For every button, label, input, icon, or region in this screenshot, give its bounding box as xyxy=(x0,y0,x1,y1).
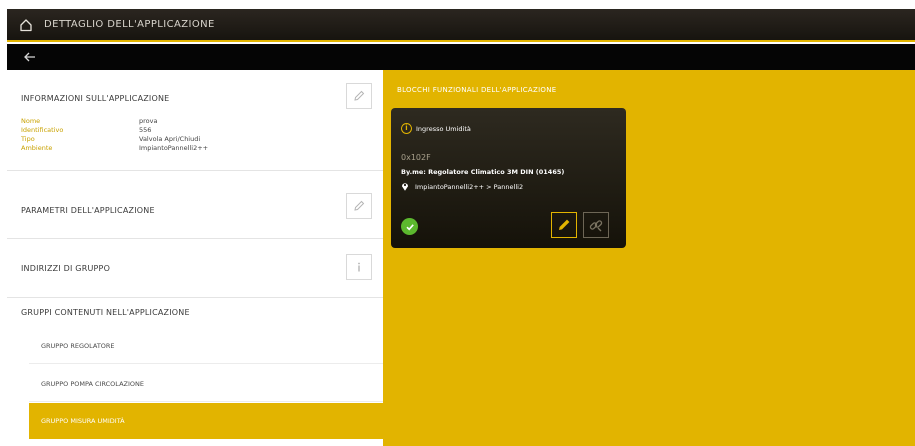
group-item-regulator[interactable]: GRUPPO REGOLATORE xyxy=(29,328,383,364)
info-icon[interactable]: i xyxy=(401,123,412,134)
edit-parameters-button[interactable] xyxy=(346,193,372,219)
info-value-environment: ImpiantoPannelli2++ xyxy=(139,144,209,152)
group-addresses-info-button[interactable] xyxy=(346,254,372,280)
application-details-panel: INFORMAZIONI SULL'APPLICAZIONE Nome prov… xyxy=(7,70,383,446)
group-item-label: GRUPPO MISURA UMIDITÀ xyxy=(41,417,125,425)
group-item-label: GRUPPO REGOLATORE xyxy=(41,341,115,350)
edit-info-button[interactable] xyxy=(346,83,372,109)
functional-block-card[interactable]: i Ingresso Umidità 0x102F By.me: Regolat… xyxy=(391,108,626,248)
info-grid: Nome prova Identificativo 556 Tipo Valvo… xyxy=(21,117,339,152)
navigation-bar xyxy=(7,44,915,70)
info-value-name: prova xyxy=(139,117,158,125)
block-address: 0x102F xyxy=(401,153,431,162)
arrow-left-icon[interactable] xyxy=(24,50,38,64)
info-section: INFORMAZIONI SULL'APPLICAZIONE Nome prov… xyxy=(7,70,383,171)
group-item-circulation-pump[interactable]: GRUPPO POMPA CIRCOLAZIONE xyxy=(29,366,383,402)
parameters-section: PARAMETRI DELL'APPLICAZIONE xyxy=(7,171,383,239)
info-value-identifier: 556 xyxy=(139,126,152,134)
info-value-type: Valvola Apri/Chiudi xyxy=(139,135,201,143)
info-section-title: INFORMAZIONI SULL'APPLICAZIONE xyxy=(21,94,170,103)
page-title: DETTAGLIO DELL'APPLICAZIONE xyxy=(44,19,215,30)
info-label-identifier: Identificativo xyxy=(21,126,64,134)
block-location-text: ImpiantoPannelli2++ > Pannelli2 xyxy=(415,182,524,191)
groups-section-title: GRUPPI CONTENUTI NELL'APPLICAZIONE xyxy=(21,308,190,317)
group-addresses-section: INDIRIZZI DI GRUPPO xyxy=(7,239,383,298)
info-icon xyxy=(358,262,360,272)
home-icon[interactable] xyxy=(18,17,34,33)
status-ok-icon xyxy=(401,218,418,235)
functional-blocks-title: BLOCCHI FUNZIONALI DELL'APPLICAZIONE xyxy=(397,86,557,94)
group-item-humidity-measure[interactable]: GRUPPO MISURA UMIDITÀ xyxy=(29,403,383,439)
functional-blocks-panel: BLOCCHI FUNZIONALI DELL'APPLICAZIONE i I… xyxy=(383,70,915,446)
parameters-section-title: PARAMETRI DELL'APPLICAZIONE xyxy=(21,206,155,215)
location-pin-icon xyxy=(402,183,408,191)
group-addresses-section-title: INDIRIZZI DI GRUPPO xyxy=(21,264,111,273)
group-item-label: GRUPPO POMPA CIRCOLAZIONE xyxy=(41,379,144,388)
block-header: i Ingresso Umidità xyxy=(401,123,471,134)
block-device: By.me: Regolatore Climatico 3M DIN (0146… xyxy=(401,168,565,176)
block-location: ImpiantoPannelli2++ > Pannelli2 xyxy=(401,182,523,191)
info-label-name: Nome xyxy=(21,117,41,125)
title-bar: DETTAGLIO DELL'APPLICAZIONE xyxy=(7,9,915,42)
link-icon xyxy=(589,220,603,232)
info-label-environment: Ambiente xyxy=(21,144,53,152)
edit-block-button[interactable] xyxy=(551,212,577,238)
link-block-button[interactable] xyxy=(583,212,609,238)
info-label-type: Tipo xyxy=(21,135,35,143)
pencil-icon xyxy=(354,90,365,101)
pencil-icon xyxy=(354,200,365,211)
pencil-icon xyxy=(559,219,570,230)
block-name: Ingresso Umidità xyxy=(416,124,471,133)
